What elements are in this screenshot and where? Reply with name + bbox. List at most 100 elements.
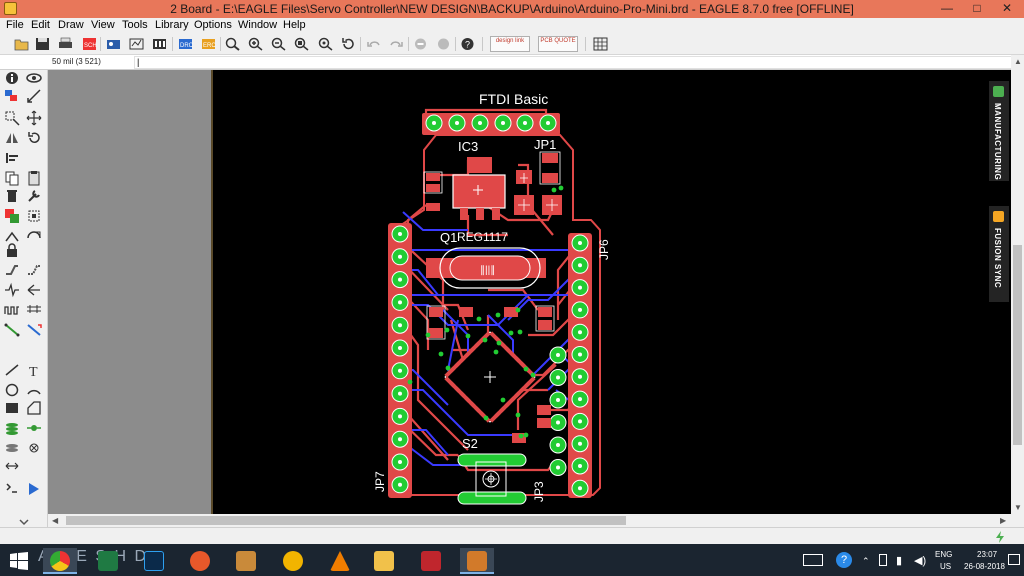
minimize-button[interactable]: — [932, 0, 962, 18]
display-icon[interactable] [4, 88, 20, 104]
clock-time[interactable]: 23:07 [977, 550, 997, 559]
ripup-icon[interactable] [26, 262, 42, 278]
move-icon[interactable] [26, 110, 42, 126]
scroll-left-icon[interactable]: ◀ [52, 516, 58, 525]
board-icon[interactable] [106, 37, 121, 51]
stop-icon[interactable] [413, 37, 428, 51]
optimize-icon[interactable] [26, 228, 42, 244]
menu-edit[interactable]: Edit [31, 19, 50, 31]
ulp-icon[interactable] [4, 481, 20, 497]
maximize-button[interactable]: □ [962, 0, 992, 18]
group-icon[interactable] [4, 110, 20, 126]
excel-task[interactable] [91, 548, 125, 574]
info-icon[interactable] [4, 70, 20, 86]
signal-icon[interactable] [4, 440, 20, 456]
volume-icon[interactable]: ◀) [914, 554, 926, 567]
redo-icon[interactable] [389, 37, 404, 51]
fusion-sync-tab[interactable]: FUSION SYNC [989, 206, 1009, 302]
menu-view[interactable]: View [91, 19, 115, 31]
menu-library[interactable]: Library [155, 19, 189, 31]
keyboard-icon[interactable] [803, 554, 823, 566]
delete-icon[interactable] [4, 188, 20, 204]
mirror-icon[interactable] [4, 130, 20, 146]
eagle-task[interactable] [460, 548, 494, 574]
undo-icon[interactable] [366, 37, 381, 51]
help-tray-icon[interactable]: ? [836, 552, 852, 568]
save-icon[interactable] [35, 37, 50, 51]
layers-icon[interactable] [152, 37, 167, 51]
horizontal-scrollbar[interactable]: ◀ ▶ [48, 514, 1011, 527]
replace-icon[interactable] [4, 208, 20, 224]
cam-icon[interactable]: SCH [82, 37, 97, 51]
close-button[interactable]: ✕ [992, 0, 1022, 18]
arc-icon[interactable] [26, 382, 42, 398]
zoom-select-icon[interactable] [294, 37, 309, 51]
app-grid-task[interactable] [229, 548, 263, 574]
vertical-scroll-thumb[interactable] [1013, 245, 1022, 445]
vlc-task[interactable] [323, 548, 357, 574]
zoom-area-icon[interactable] [318, 37, 333, 51]
print-icon[interactable] [58, 37, 73, 51]
vertical-scrollbar[interactable]: ▲ ▼ [1011, 55, 1024, 514]
network-icon[interactable]: ▮ [896, 554, 902, 567]
line-icon[interactable] [4, 362, 20, 378]
change-icon[interactable] [26, 188, 42, 204]
photoshop-task[interactable] [137, 548, 171, 574]
pcb-board[interactable]: ∥||∥ FTDI Basic IC3 JP1 Q1 REG1117 JP6 J… [48, 70, 1017, 514]
mark-icon[interactable] [26, 88, 42, 104]
command-input[interactable]: | [134, 56, 1020, 69]
align-icon[interactable] [4, 150, 20, 166]
battery-icon[interactable] [879, 554, 887, 566]
circle-icon[interactable] [4, 382, 20, 398]
erc-icon[interactable]: ERC [201, 37, 216, 51]
show-icon[interactable] [26, 70, 42, 86]
copy-icon[interactable] [4, 170, 20, 186]
headphones-task[interactable] [276, 548, 310, 574]
firefox-task[interactable] [183, 548, 217, 574]
file-explorer-task[interactable] [367, 548, 401, 574]
manufacturing-tab[interactable]: MANUFACTURING [989, 81, 1009, 181]
menu-draw[interactable]: Draw [58, 19, 84, 31]
scroll-down-icon[interactable]: ▼ [1014, 503, 1022, 512]
polygon-icon[interactable] [26, 400, 42, 416]
scroll-up-icon[interactable]: ▲ [1014, 57, 1022, 66]
menu-window[interactable]: Window [238, 19, 277, 31]
hole-icon[interactable] [4, 420, 20, 436]
autorouter-icon[interactable] [4, 282, 20, 298]
designlink-icon[interactable]: design link [490, 36, 530, 52]
windows-start-icon[interactable] [10, 552, 28, 570]
notification-icon[interactable] [1008, 554, 1020, 565]
menu-tools[interactable]: Tools [122, 19, 148, 31]
chevron-up-icon[interactable]: ⌃ [862, 556, 870, 567]
zoom-out-icon[interactable] [271, 37, 286, 51]
attribute-icon[interactable] [26, 440, 42, 456]
menu-options[interactable]: Options [194, 19, 232, 31]
menu-help[interactable]: Help [283, 19, 306, 31]
zoom-in-icon[interactable] [248, 37, 263, 51]
fanout-icon[interactable] [26, 282, 42, 298]
language-label[interactable]: ENG [935, 550, 952, 559]
menu-file[interactable]: File [6, 19, 24, 31]
script-icon[interactable] [26, 481, 42, 497]
dimension-icon[interactable] [4, 458, 20, 474]
zoom-fit-icon[interactable] [225, 37, 240, 51]
chrome-task[interactable] [43, 548, 77, 574]
paste-icon[interactable] [26, 170, 42, 186]
help-icon[interactable]: ? [460, 37, 475, 51]
lock-icon[interactable] [4, 242, 20, 258]
open-icon[interactable] [14, 37, 29, 51]
go-icon[interactable] [436, 37, 451, 51]
meander-icon[interactable] [4, 302, 20, 318]
route-icon[interactable] [4, 262, 20, 278]
grid-icon[interactable] [593, 37, 608, 51]
pcb-quote-icon[interactable]: PCB QUOTE [538, 36, 578, 52]
drc-icon[interactable]: DRC [178, 37, 193, 51]
rect-icon[interactable] [4, 400, 20, 416]
via-icon[interactable] [26, 420, 42, 436]
text-icon[interactable]: T [26, 362, 42, 378]
board-canvas[interactable]: ∥||∥ FTDI Basic IC3 JP1 Q1 REG1117 JP6 J… [48, 70, 1017, 514]
ratsnest-icon[interactable] [26, 322, 42, 338]
rotate-icon[interactable] [26, 130, 42, 146]
horizontal-scroll-thumb[interactable] [66, 516, 626, 525]
smash-icon[interactable] [26, 208, 42, 224]
